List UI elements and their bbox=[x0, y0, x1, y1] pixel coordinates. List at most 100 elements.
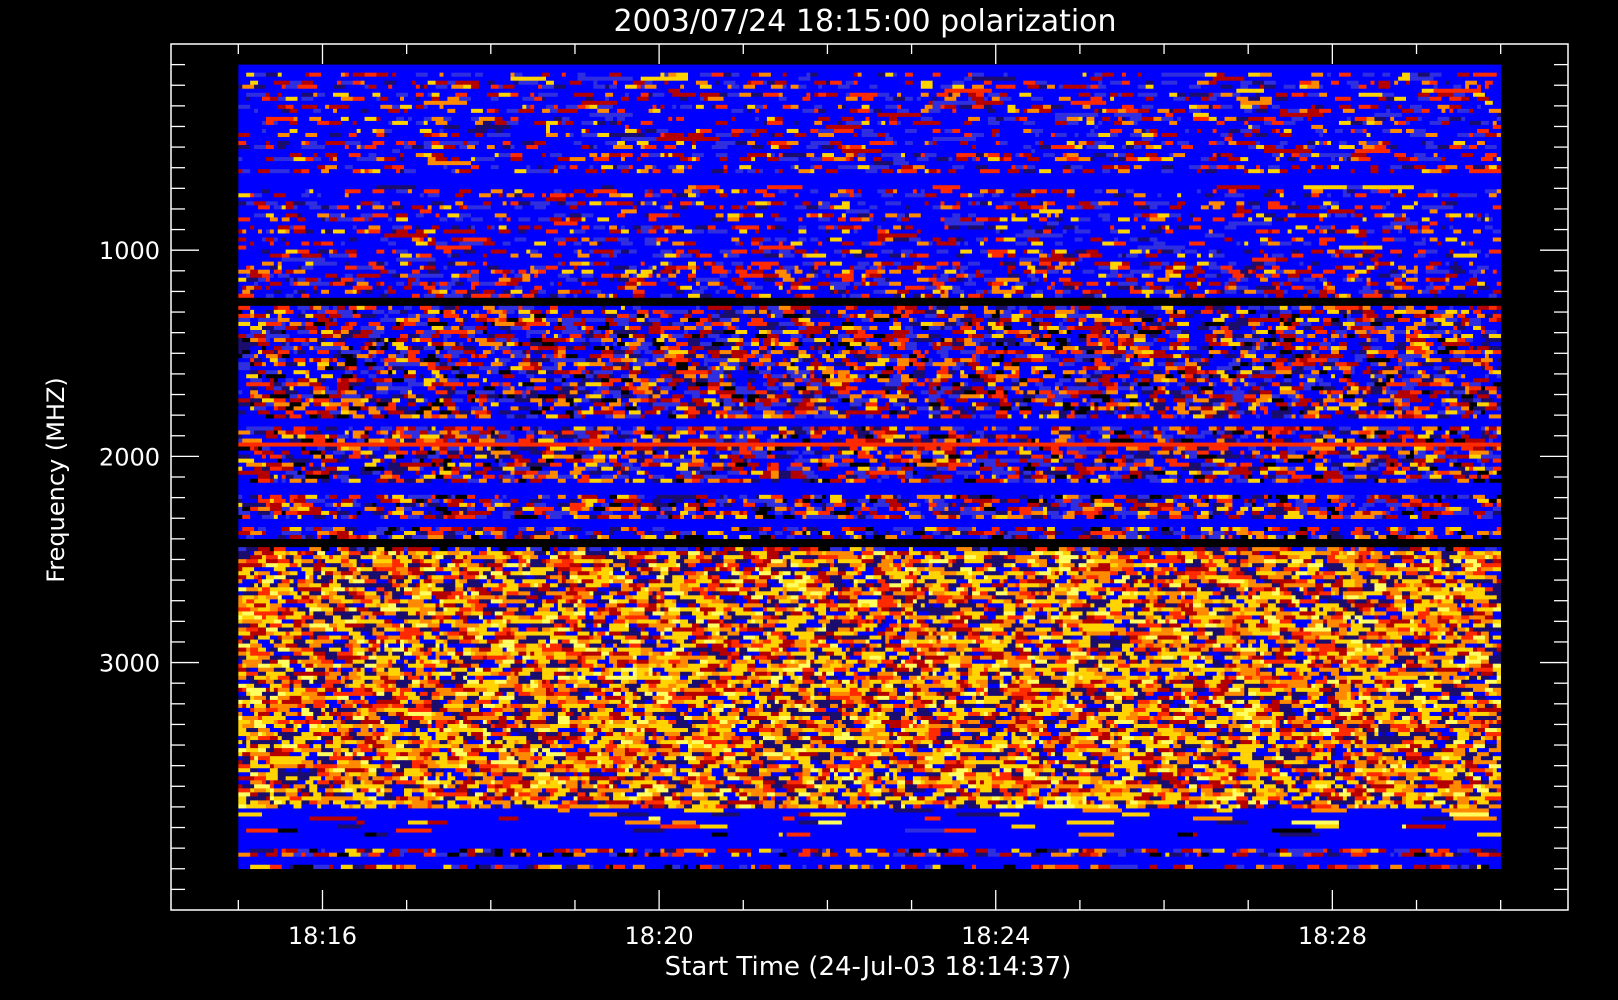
heatmap-cell bbox=[451, 85, 463, 89]
heatmap-cell bbox=[1303, 133, 1307, 137]
heatmap-cell bbox=[542, 85, 554, 89]
heatmap-cell bbox=[1489, 113, 1497, 117]
heatmap-cell bbox=[664, 157, 668, 161]
heatmap-cell bbox=[763, 113, 791, 117]
heatmap-cell bbox=[972, 77, 1016, 81]
heatmap-cell bbox=[274, 165, 286, 169]
heatmap-cell bbox=[609, 97, 613, 101]
heatmap-cell bbox=[1307, 141, 1315, 145]
heatmap-cell bbox=[428, 85, 436, 89]
heatmap-cell bbox=[854, 89, 890, 93]
heatmap-cell bbox=[487, 133, 495, 137]
heatmap-cell bbox=[854, 157, 858, 161]
heatmap-cell bbox=[558, 93, 570, 97]
heatmap-cell bbox=[258, 133, 270, 137]
heatmap-cell bbox=[1256, 165, 1260, 169]
heatmap-cell bbox=[881, 121, 885, 125]
heatmap-cell bbox=[795, 93, 807, 97]
heatmap-cell bbox=[1402, 165, 1414, 169]
heatmap-cell bbox=[925, 165, 937, 169]
heatmap-cell bbox=[1055, 153, 1063, 157]
heatmap-cell bbox=[668, 157, 680, 161]
heatmap-cell bbox=[834, 153, 842, 157]
heatmap-cell bbox=[514, 105, 522, 109]
heatmap-cell bbox=[294, 117, 298, 121]
heatmap-cell bbox=[424, 117, 432, 121]
heatmap-cell bbox=[1335, 129, 1343, 133]
heatmap-cell bbox=[739, 105, 743, 109]
heatmap-cell bbox=[992, 93, 1000, 97]
heatmap-cell bbox=[440, 97, 448, 101]
heatmap-cell bbox=[1465, 105, 1477, 109]
heatmap-cell bbox=[1244, 77, 1272, 81]
heatmap-cell bbox=[810, 81, 814, 85]
heatmap-cell bbox=[1327, 129, 1335, 133]
heatmap-cell bbox=[384, 117, 396, 121]
heatmap-cell bbox=[1430, 109, 1442, 113]
heatmap-cell bbox=[1414, 153, 1426, 157]
heatmap-cell bbox=[917, 109, 921, 113]
heatmap-cell bbox=[440, 141, 452, 145]
heatmap-cell bbox=[913, 153, 917, 157]
heatmap-cell bbox=[301, 141, 305, 145]
heatmap-cell bbox=[621, 133, 633, 137]
heatmap-cell bbox=[1051, 165, 1063, 169]
heatmap-cell bbox=[1090, 77, 1102, 81]
heatmap-cell bbox=[696, 157, 700, 161]
heatmap-cell bbox=[1197, 73, 1205, 77]
heatmap-cell bbox=[885, 137, 893, 141]
heatmap-cell bbox=[1359, 93, 1371, 97]
heatmap-cell bbox=[822, 85, 834, 89]
heatmap-cell bbox=[1189, 121, 1197, 125]
heatmap-cell bbox=[1004, 153, 1012, 157]
heatmap-cell bbox=[1225, 137, 1233, 141]
heatmap-cell bbox=[1339, 93, 1347, 97]
heatmap-cell bbox=[400, 137, 440, 141]
heatmap-cell bbox=[1114, 121, 1118, 125]
heatmap-cell bbox=[250, 105, 254, 109]
heatmap-cell bbox=[806, 129, 810, 133]
heatmap-cell bbox=[353, 73, 365, 77]
heatmap-cell bbox=[948, 157, 952, 161]
heatmap-cell bbox=[704, 121, 716, 125]
heatmap-cell bbox=[511, 153, 523, 157]
heatmap-cell bbox=[404, 129, 412, 133]
heatmap-cell bbox=[1083, 153, 1095, 157]
heatmap-cell bbox=[250, 77, 286, 81]
heatmap-cell bbox=[1023, 97, 1031, 101]
heatmap-cell bbox=[396, 141, 404, 145]
heatmap-cell bbox=[637, 105, 649, 109]
heatmap-cell bbox=[589, 105, 597, 109]
heatmap-cell bbox=[964, 73, 968, 77]
heatmap-cell bbox=[941, 105, 945, 109]
heatmap-cell bbox=[538, 93, 546, 97]
heatmap-cell bbox=[763, 81, 767, 85]
heatmap-cell bbox=[1181, 125, 1185, 129]
heatmap-cell bbox=[937, 157, 949, 161]
heatmap-cell bbox=[317, 121, 329, 125]
heatmap-cell bbox=[321, 73, 333, 77]
heatmap-cell bbox=[747, 141, 755, 145]
heatmap-cell bbox=[546, 81, 554, 85]
heatmap-cell bbox=[1493, 105, 1501, 109]
heatmap-cell bbox=[522, 165, 526, 169]
heatmap-cell bbox=[266, 85, 270, 89]
heatmap-cell bbox=[708, 97, 720, 101]
heatmap-cell bbox=[1236, 97, 1248, 101]
heatmap-cell bbox=[443, 117, 451, 121]
heatmap-cell bbox=[585, 129, 589, 133]
heatmap-cell bbox=[672, 109, 684, 113]
heatmap-cell bbox=[1323, 145, 1327, 149]
heatmap-cell bbox=[660, 153, 664, 157]
heatmap-cell bbox=[656, 85, 664, 89]
heatmap-cell bbox=[925, 141, 929, 145]
heatmap-cell bbox=[877, 133, 885, 137]
heatmap-cell bbox=[649, 93, 653, 97]
heatmap-cell bbox=[365, 121, 373, 125]
heatmap-cell bbox=[1292, 129, 1300, 133]
heatmap-cell bbox=[653, 121, 665, 125]
heatmap-cell bbox=[1422, 133, 1426, 137]
heatmap-cell bbox=[1442, 97, 1450, 101]
heatmap-cell bbox=[1367, 85, 1379, 89]
heatmap-cell bbox=[298, 121, 306, 125]
